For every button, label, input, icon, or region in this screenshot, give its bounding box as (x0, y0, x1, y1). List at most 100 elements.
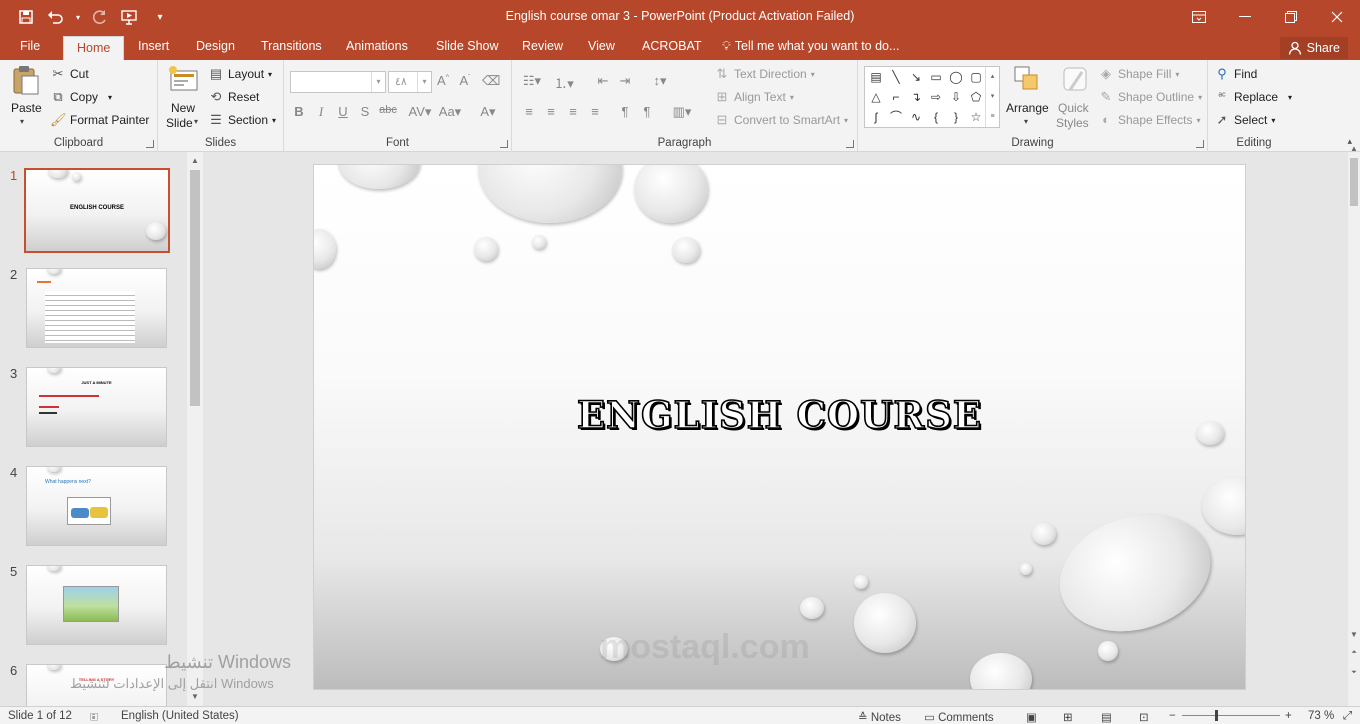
editor-scroll-up-icon[interactable]: ▲ (1348, 142, 1360, 156)
columns-icon[interactable]: ▥▾ (670, 104, 694, 120)
increase-indent-icon[interactable]: ⇥ (616, 73, 634, 89)
reset-button[interactable]: ⟲ Reset (208, 89, 260, 105)
format-painter-button[interactable]: 🖌︎ Format Painter (50, 112, 149, 128)
language-indicator[interactable]: English (United States) (121, 710, 239, 722)
new-slide-button[interactable]: New Slide ▾ (164, 64, 204, 134)
thumbnail-scroll-thumb[interactable] (190, 170, 200, 406)
copy-button[interactable]: ⧉ Copy ▾ (50, 89, 112, 105)
paragraph-launcher-icon[interactable] (846, 140, 854, 148)
change-case-icon[interactable]: Aa▾ (438, 104, 462, 120)
ltr-direction-icon[interactable]: ¶ (616, 104, 634, 119)
previous-slide-icon[interactable]: ⏶ (1348, 646, 1360, 660)
minimize-icon[interactable] (1222, 0, 1268, 34)
slide-sorter-view-icon[interactable]: ⊞ (1063, 710, 1073, 724)
shape-outline-button[interactable]: ✎ Shape Outline ▾ (1098, 89, 1203, 105)
tab-animations[interactable]: Animations (346, 39, 408, 53)
clear-formatting-icon[interactable]: ⌫ (482, 73, 500, 89)
editor-scroll-thumb[interactable] (1350, 158, 1358, 206)
oval-shape-icon[interactable]: ◯ (948, 69, 964, 85)
convert-smartart-button[interactable]: ⊟ Convert to SmartArt ▾ (714, 112, 849, 128)
font-color-icon[interactable]: A▾ (476, 104, 500, 120)
align-center-icon[interactable]: ≡ (542, 104, 560, 119)
bold-button[interactable]: B (290, 104, 308, 119)
section-button[interactable]: ☰ Section ▾ (208, 112, 276, 128)
tab-design[interactable]: Design (196, 39, 235, 53)
slide-thumbnail-1[interactable]: ENGLISH COURSE (24, 168, 170, 253)
arrange-button[interactable]: Arrange ▾ (1004, 64, 1052, 132)
share-button[interactable]: Share (1279, 37, 1348, 59)
zoom-level[interactable]: 73 % (1308, 710, 1334, 722)
current-slide[interactable]: ENGLISH COURSE (313, 164, 1246, 690)
pentagon-shape-icon[interactable]: ⬠ (968, 89, 984, 105)
rectangle-shape-icon[interactable]: ▭ (928, 69, 944, 85)
editor-scrollbar[interactable]: ▲ ▼ ⏶ ⏷ (1348, 144, 1360, 706)
justify-icon[interactable]: ≡ (586, 104, 604, 119)
comments-button[interactable]: ▭ Comments (924, 710, 994, 724)
arrow-line-shape-icon[interactable]: ↘ (908, 69, 924, 85)
quick-styles-button[interactable]: Quick Styles (1054, 64, 1098, 134)
shape-fill-button[interactable]: ◈ Shape Fill ▾ (1098, 66, 1179, 82)
reading-view-icon[interactable]: ▤ (1101, 710, 1112, 724)
font-size-dropdown-icon[interactable]: ▾ (417, 72, 431, 92)
fit-slide-icon[interactable]: ⤢ (1343, 710, 1352, 723)
slide-thumbnail-2[interactable] (26, 268, 167, 348)
down-arrow-shape-icon[interactable]: ⇩ (948, 89, 964, 105)
triangle-shape-icon[interactable]: △ (868, 89, 884, 105)
editor-scroll-down-icon[interactable]: ▼ (1348, 628, 1360, 642)
increase-font-size-icon[interactable]: A^ (434, 73, 452, 88)
font-launcher-icon[interactable] (500, 140, 508, 148)
find-button[interactable]: ⚲ Find (1214, 66, 1257, 82)
left-brace-shape-icon[interactable]: { (928, 109, 944, 125)
zoom-slider[interactable] (1182, 710, 1280, 721)
tab-view[interactable]: View (588, 39, 615, 53)
close-icon[interactable] (1314, 0, 1360, 34)
line-spacing-icon[interactable]: ↕▾ (648, 73, 672, 89)
tab-review[interactable]: Review (522, 39, 563, 53)
tab-home[interactable]: Home (63, 36, 125, 60)
underline-button[interactable]: U (334, 104, 352, 119)
slide-show-view-icon[interactable]: ⊡ (1139, 710, 1149, 724)
scroll-down-icon[interactable]: ▼ (187, 690, 203, 704)
clipboard-launcher-icon[interactable] (146, 140, 154, 148)
scribble-shape-icon[interactable]: ∿ (908, 109, 924, 125)
notes-button[interactable]: ≙ Notes (858, 710, 901, 724)
spell-check-icon[interactable]: 🗉︎ (90, 710, 98, 724)
layout-button[interactable]: ▤ Layout ▾ (208, 66, 272, 82)
drawing-launcher-icon[interactable] (1196, 140, 1204, 148)
zoom-slider-thumb[interactable] (1215, 710, 1218, 721)
slide-title[interactable]: ENGLISH COURSE (314, 392, 1245, 438)
shape-effects-button[interactable]: ◐ Shape Effects ▾ (1098, 112, 1200, 128)
zoom-in-icon[interactable]: + (1285, 710, 1292, 722)
slide-thumbnail-3[interactable]: JUST A MINUTE (26, 367, 167, 447)
freeform-shape-icon[interactable]: ʃ (868, 109, 884, 125)
align-right-icon[interactable]: ≡ (564, 104, 582, 119)
next-slide-icon[interactable]: ⏷ (1348, 666, 1360, 680)
right-arrow-shape-icon[interactable]: ⇨ (928, 89, 944, 105)
italic-button[interactable]: I (312, 104, 330, 120)
shapes-gallery[interactable]: ▤ ╲ ↘ ▭ ◯ ▢ △ ⌐ ↴ ⇨ ⇩ ⬠ ʃ ⌒ ∿ { } ☆ ▴ ▾ ≡ (864, 66, 1000, 128)
tell-me-search[interactable]: 💡︎ Tell me what you want to do... (722, 39, 899, 54)
align-text-button[interactable]: ⊞ Align Text ▾ (714, 89, 794, 105)
restore-icon[interactable] (1268, 0, 1314, 34)
decrease-font-size-icon[interactable]: Aˇ (456, 73, 474, 88)
tab-transitions[interactable]: Transitions (261, 39, 322, 53)
select-button[interactable]: ➚ Select ▾ (1214, 112, 1276, 128)
paste-button[interactable]: Paste ▾ (6, 64, 44, 132)
normal-view-icon[interactable]: ▣ (1026, 710, 1037, 724)
font-size-combo[interactable]: ٤٨ ▾ (388, 71, 432, 93)
ribbon-display-options-icon[interactable] (1176, 0, 1222, 34)
zoom-out-icon[interactable]: − (1169, 710, 1176, 722)
text-direction-button[interactable]: ⇅ Text Direction ▾ (714, 66, 815, 82)
bullets-icon[interactable]: ☷▾ (520, 73, 544, 89)
line-shape-icon[interactable]: ╲ (888, 69, 904, 85)
align-left-icon[interactable]: ≡ (520, 104, 538, 119)
font-name-dropdown-icon[interactable]: ▾ (371, 72, 385, 92)
scroll-up-icon[interactable]: ▲ (187, 154, 203, 168)
font-name-combo[interactable]: ▾ (290, 71, 386, 93)
elbow-arrow-shape-icon[interactable]: ↴ (908, 89, 924, 105)
slide-thumbnail-5[interactable] (26, 565, 167, 645)
elbow-connector-shape-icon[interactable]: ⌐ (888, 89, 904, 105)
right-brace-shape-icon[interactable]: } (948, 109, 964, 125)
numbering-icon[interactable]: ⒈▾ (552, 73, 576, 92)
text-shadow-button[interactable]: S (356, 104, 374, 119)
